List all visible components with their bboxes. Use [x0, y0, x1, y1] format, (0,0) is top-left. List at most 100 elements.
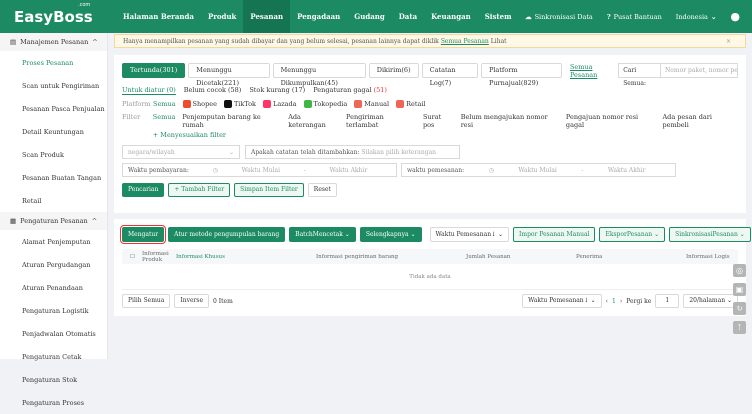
sidebar-item-manual-orders[interactable]: Pesanan Buatan Tangan	[0, 166, 107, 189]
platform-lazada[interactable]: Lazada	[263, 100, 297, 108]
custom-filter-link[interactable]: + Menyesuaikan filter	[153, 131, 738, 139]
filter-label: Filter	[122, 113, 141, 121]
sidebar-item-print-settings[interactable]: Pengaturan Cetak	[0, 345, 107, 368]
prev-page-icon[interactable]: ‹	[606, 298, 608, 305]
chevron-up-icon: ^	[91, 217, 98, 225]
platform-all[interactable]: Semua	[153, 100, 176, 108]
orders-panel: Mengatur Atur metode pengumpulan barang …	[114, 219, 751, 316]
sidebar-item-stock-settings[interactable]: Pengaturan Stok	[0, 368, 107, 391]
search-box[interactable]: Cari Semua:Nomor paket, nomor pesanan, n	[618, 63, 738, 87]
nav-sistem[interactable]: Sistem	[478, 0, 519, 33]
country-select[interactable]: negara/wilayah ⌄	[122, 145, 240, 159]
save-filter-button[interactable]: Simpan Item Filter	[234, 183, 304, 197]
collection-method-button[interactable]: Atur metode pengumpulan barang	[168, 227, 286, 242]
reset-button[interactable]: Reset	[307, 183, 337, 197]
sidebar-item-logistics[interactable]: Pengaturan Logistik	[0, 299, 107, 322]
select-all-button[interactable]: Pilih Semua	[122, 294, 171, 308]
filter-buyer-message[interactable]: Ada pesan dari pembeli	[662, 113, 738, 129]
brand-logo[interactable]: EasyBoss .com	[0, 2, 108, 26]
tab-shipped[interactable]: Dikirim(6)	[368, 63, 419, 78]
select-all-checkbox[interactable]: ☐	[130, 254, 142, 260]
sidebar-group-order-settings[interactable]: ▦ Pengaturan Pesanan ^	[0, 212, 107, 230]
filter-has-note[interactable]: Ada keterangan	[288, 113, 339, 129]
payment-time-range[interactable]: Waktu pembayaran: ◷ Waktu Mulai - Waktu Akhi…	[122, 163, 397, 177]
filter-late[interactable]: Pengiriman terlambat	[346, 113, 416, 129]
tab-after-sales[interactable]: Platform Purnajual(829)	[480, 63, 562, 87]
footer-sort-select[interactable]: Waktu Pemesanan↓ ⌄	[522, 294, 602, 308]
chevron-up-icon: ^	[92, 38, 98, 46]
nav-produk[interactable]: Produk	[201, 0, 243, 33]
nav-gudang[interactable]: Gudang	[347, 0, 391, 33]
sidebar-item-profit-detail[interactable]: Detail Keuntungan	[0, 120, 107, 143]
nav-home[interactable]: Halaman Beranda	[116, 0, 201, 33]
filter-postal[interactable]: Surat pos	[423, 113, 454, 129]
import-manual-button[interactable]: Impor Pesanan Manual	[513, 227, 596, 242]
batch-print-button[interactable]: BatchMencetak ⌄	[289, 227, 356, 242]
help-center-button[interactable]: ? Pusat Bantuan	[607, 13, 662, 21]
subtab-unmatched[interactable]: Belum cocok (58)	[184, 86, 242, 95]
help-icon: ?	[606, 12, 611, 21]
sidebar-item-warehouse-rules[interactable]: Aturan Pergudangan	[0, 253, 107, 276]
tab-waiting-print[interactable]: Menunggu Dicetak(221)	[188, 63, 270, 87]
page-size-select[interactable]: 20/halaman ⌄	[683, 294, 738, 308]
sidebar-item-process-orders[interactable]: Proses Pesanan	[0, 51, 107, 74]
sidebar-item-auto-schedule[interactable]: Penjadwalan Otomatis	[0, 322, 107, 345]
sidebar-item-scan-shipping[interactable]: Scan untuk Pengiriman	[0, 74, 107, 97]
nav-pesanan[interactable]: Pesanan	[243, 0, 291, 33]
arrange-button[interactable]: Mengatur	[119, 225, 167, 244]
more-button[interactable]: Selengkapnya ⌄	[359, 227, 422, 242]
note-select[interactable]: Apakah catatan telah ditambahkan: Silaka…	[245, 145, 460, 159]
retail-icon	[396, 100, 405, 108]
nav-data[interactable]: Data	[392, 0, 424, 33]
refresh-icon[interactable]: ↻	[733, 302, 746, 315]
all-orders-tab-link[interactable]: Semua Pesanan	[570, 63, 612, 79]
platform-shopee[interactable]: Shopee	[182, 100, 217, 108]
all-orders-link[interactable]: Semua Pesanan	[441, 38, 489, 45]
goto-page-input[interactable]: 1	[655, 294, 680, 308]
back-to-top-icon[interactable]: ⇡	[733, 321, 746, 334]
add-filter-button[interactable]: + Tambah Filter	[168, 183, 231, 197]
sidebar-item-process-settings[interactable]: Pengaturan Proses	[0, 391, 107, 414]
next-page-icon[interactable]: ›	[620, 298, 622, 305]
sidebar-item-after-sales[interactable]: Pesanan Pasca Penjualan	[0, 97, 107, 120]
order-time-range[interactable]: waktu pemesanan: ◷ Waktu Mulai - Waktu Akhir	[401, 163, 676, 177]
tab-waiting-collect[interactable]: Menunggu Dikumpulkan(45)	[272, 63, 366, 87]
platform-retail[interactable]: Retail	[396, 100, 426, 108]
export-orders-button[interactable]: EksporPesanan ⌄	[599, 227, 666, 242]
sidebar-group-order-management[interactable]: ▤ Manajemen Pesanan ^	[0, 33, 107, 51]
special-info-toggle[interactable]: Informasi Khusus	[176, 254, 316, 260]
nav-keuangan[interactable]: Keuangan	[424, 0, 478, 33]
sidebar-item-retail[interactable]: Retail	[0, 189, 107, 212]
sidebar-item-scan-product[interactable]: Scan Produk	[0, 143, 107, 166]
filter-pickup[interactable]: Penjemputan barang ke rumah	[182, 113, 281, 129]
platform-tiktok[interactable]: TikTok	[223, 100, 256, 108]
sidebar-item-tag-rules[interactable]: Aturan Penandaan	[0, 276, 107, 299]
inverse-button[interactable]: Inverse	[174, 294, 210, 308]
sync-orders-button[interactable]: SinkronisasiPesanan ⌄	[669, 227, 751, 242]
headset-icon[interactable]: ◎	[733, 264, 746, 277]
top-bar: EasyBoss .com Halaman Beranda Produk Pesa…	[0, 0, 752, 33]
tab-pending[interactable]: Tertunda(301)	[122, 63, 186, 78]
sidebar-item-pickup-address[interactable]: Alamat Penjemputan	[0, 230, 107, 253]
filter-no-tracking[interactable]: Belum mengajukan nomor resi	[461, 113, 559, 129]
page-1[interactable]: 1	[612, 298, 616, 305]
search-input[interactable]: Nomor paket, nomor pesanan, n	[661, 67, 737, 74]
close-icon[interactable]: ×	[726, 38, 731, 45]
nav-pengadaan[interactable]: Pengadaan	[290, 0, 347, 33]
platform-manual[interactable]: Manual	[354, 100, 389, 108]
document-icon: ▤	[10, 38, 17, 46]
tab-log[interactable]: Catatan Log(7)	[421, 63, 478, 87]
user-avatar-icon[interactable]: ●	[730, 10, 740, 23]
book-icon[interactable]: ▣	[733, 283, 746, 296]
sync-data-button[interactable]: ☁ Sinkronisasi Data	[525, 13, 593, 21]
filter-all[interactable]: Semua	[153, 113, 176, 129]
filter-tracking-failed[interactable]: Pengajuan nomor resi gagal	[566, 113, 656, 129]
search-button[interactable]: Pencarian	[122, 183, 165, 197]
subtab-low-stock[interactable]: Stok kurang (17)	[249, 86, 305, 95]
subtab-to-arrange[interactable]: Untuk diatur (0)	[122, 86, 176, 95]
sort-select[interactable]: Waktu Pemesanan↓ ⌄	[429, 227, 510, 242]
language-select[interactable]: Indonesia ⌄	[676, 13, 717, 21]
platform-tokopedia[interactable]: Tokopedia	[303, 100, 347, 108]
lazada-icon	[263, 100, 271, 108]
subtab-failed[interactable]: Pengaturan gagal (51)	[313, 86, 387, 95]
